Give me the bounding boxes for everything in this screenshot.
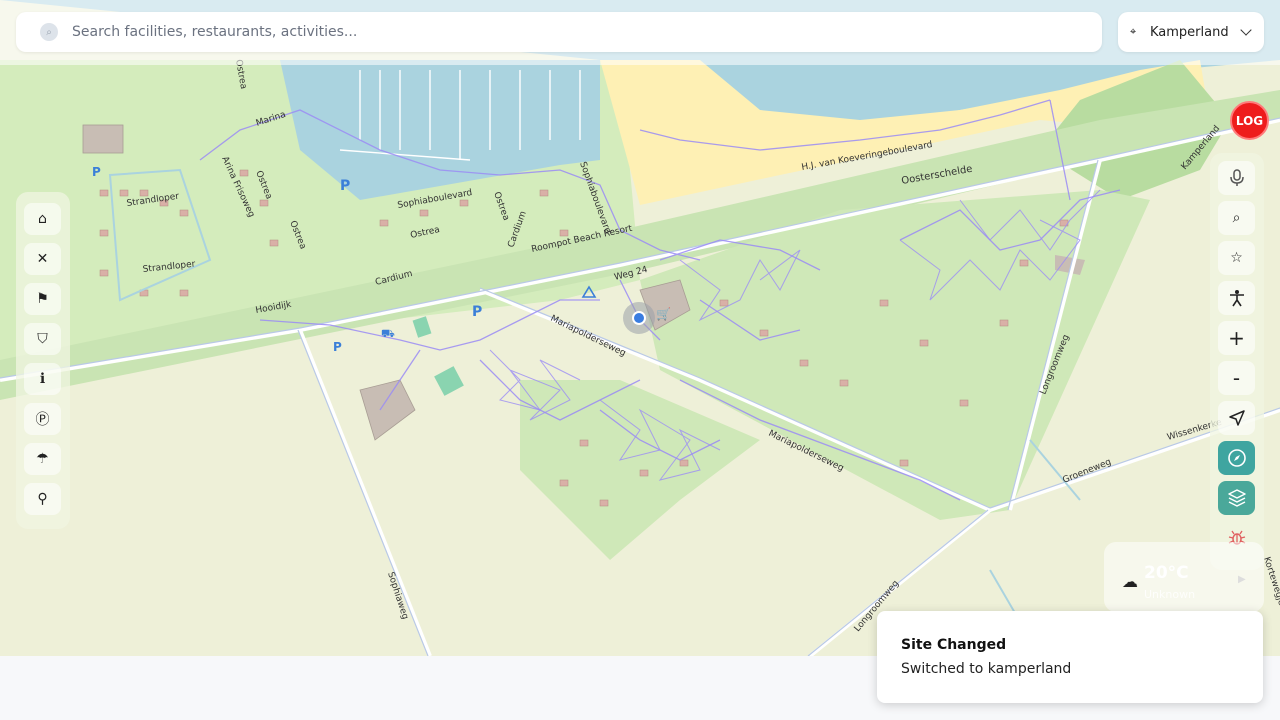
info-icon[interactable]: ℹ (24, 363, 61, 395)
microphone-icon[interactable] (1218, 161, 1255, 195)
svg-text:P: P (333, 340, 342, 354)
toast-message: Switched to kamperland (901, 661, 1072, 677)
weather-temperature: 20°C (1144, 563, 1189, 583)
weather-condition: Unknown (1144, 588, 1196, 601)
right-toolbar: ⌕ ☆ + - (1210, 153, 1264, 570)
search-poi-icon[interactable]: ⌕ (1218, 201, 1255, 235)
weather-widget[interactable]: ☁ 20°C Unknown ▶ (1104, 542, 1264, 612)
svg-text:P: P (472, 304, 482, 320)
toilet-icon[interactable]: ⚲ (24, 483, 61, 515)
shop-icon[interactable]: ⛉ (24, 323, 61, 355)
zoom-in-button[interactable]: + (1218, 321, 1255, 355)
home-icon[interactable]: ⌂ (24, 203, 61, 235)
site-selector[interactable]: ⌖ Kamperland (1118, 12, 1264, 52)
search-icon: ⌕ (40, 23, 58, 41)
chevron-right-icon[interactable]: ▶ (1238, 574, 1246, 585)
chevron-down-icon (1240, 24, 1252, 36)
search-input[interactable] (72, 24, 1072, 40)
bookmark-icon[interactable]: ☆ (1218, 241, 1255, 275)
site-selector-value: Kamperland (1150, 24, 1229, 40)
log-button[interactable]: LOG (1230, 101, 1269, 140)
navigate-icon[interactable] (1218, 401, 1255, 435)
svg-text:⛟: ⛟ (381, 327, 395, 340)
beach-icon[interactable]: ☂ (24, 443, 61, 475)
zoom-out-button[interactable]: - (1218, 361, 1255, 395)
app-root: P P P P ⛟ 🛒 Strandloper Strandloper Mari… (0, 0, 1280, 720)
svg-text:P: P (92, 165, 101, 179)
search-bar[interactable]: ⌕ (16, 12, 1102, 52)
compass-icon[interactable] (1218, 441, 1255, 475)
accessibility-icon[interactable] (1218, 281, 1255, 315)
cloud-icon: ☁ (1122, 572, 1138, 591)
svg-text:🛒: 🛒 (656, 307, 671, 321)
toast-title: Site Changed (901, 637, 1007, 653)
restaurant-icon[interactable]: ✕ (24, 243, 61, 275)
toast-notification: Site Changed Switched to kamperland (877, 611, 1263, 703)
left-toolbar: ⌂ ✕ ⚑ ⛉ ℹ Ⓟ ☂ ⚲ (16, 192, 70, 529)
map-svg[interactable]: P P P P ⛟ 🛒 Strandloper Strandloper Mari… (0, 0, 1280, 656)
parking-icon[interactable]: Ⓟ (24, 403, 61, 435)
map-canvas[interactable]: P P P P ⛟ 🛒 Strandloper Strandloper Mari… (0, 0, 1280, 656)
layers-icon[interactable] (1218, 481, 1255, 515)
svg-text:P: P (340, 178, 350, 194)
top-bar: ⌕ ⌖ Kamperland (0, 0, 1280, 65)
location-pin-icon: ⌖ (1130, 25, 1137, 38)
activity-icon[interactable]: ⚑ (24, 283, 61, 315)
